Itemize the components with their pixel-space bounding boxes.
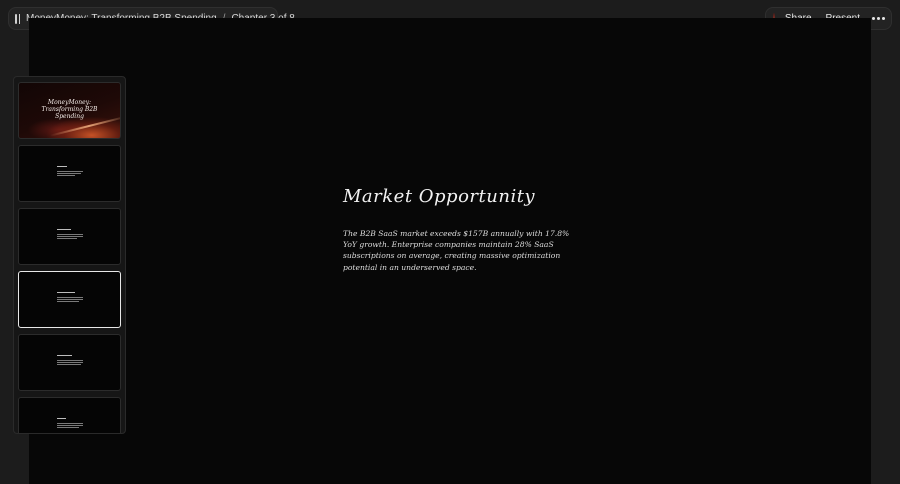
thumbnail-cover-title: MoneyMoney: Transforming B2B Spending bbox=[41, 99, 98, 120]
thumbnail-heading bbox=[57, 229, 71, 230]
thumbnail-heading bbox=[57, 166, 67, 167]
thumbnail-slide-5[interactable] bbox=[18, 334, 121, 391]
thumbnail-text-line bbox=[57, 297, 83, 298]
thumbnail-slide-2[interactable] bbox=[18, 145, 121, 202]
slide-thumbnail-panel[interactable]: MoneyMoney: Transforming B2B Spending bbox=[13, 76, 126, 434]
thumbnail-heading bbox=[57, 418, 66, 419]
thumbnail-heading bbox=[57, 355, 72, 356]
thumbnail-text-line bbox=[57, 364, 81, 365]
thumbnail-text-line bbox=[57, 425, 83, 426]
thumbnail-text-line bbox=[57, 173, 81, 174]
thumbnail-text-line bbox=[57, 427, 79, 428]
slide-title[interactable]: Market Opportunity bbox=[343, 186, 535, 207]
thumbnail-text-line bbox=[57, 299, 83, 300]
slide-body[interactable]: The B2B SaaS market exceeds $157B annual… bbox=[343, 228, 575, 273]
thumbnail-slide-4[interactable] bbox=[18, 271, 121, 328]
thumbnail-heading bbox=[57, 292, 75, 293]
thumbnail-text-line bbox=[57, 301, 79, 302]
thumbnail-text-line bbox=[57, 234, 83, 235]
sidebar-panel-icon[interactable] bbox=[15, 13, 21, 24]
thumbnail-text-line bbox=[57, 360, 83, 361]
thumbnail-slide-6[interactable] bbox=[18, 397, 121, 433]
thumbnail-slide-1[interactable]: MoneyMoney: Transforming B2B Spending bbox=[18, 82, 121, 139]
thumbnail-text-line bbox=[57, 362, 83, 363]
thumbnail-text-line bbox=[57, 236, 83, 237]
thumbnail-text-line bbox=[57, 171, 83, 172]
thumbnail-text-line bbox=[57, 423, 83, 424]
thumbnail-text-line bbox=[57, 238, 77, 239]
thumbnail-text-line bbox=[57, 175, 75, 176]
thumbnail-slide-3[interactable] bbox=[18, 208, 121, 265]
ellipsis-icon[interactable] bbox=[872, 17, 885, 20]
